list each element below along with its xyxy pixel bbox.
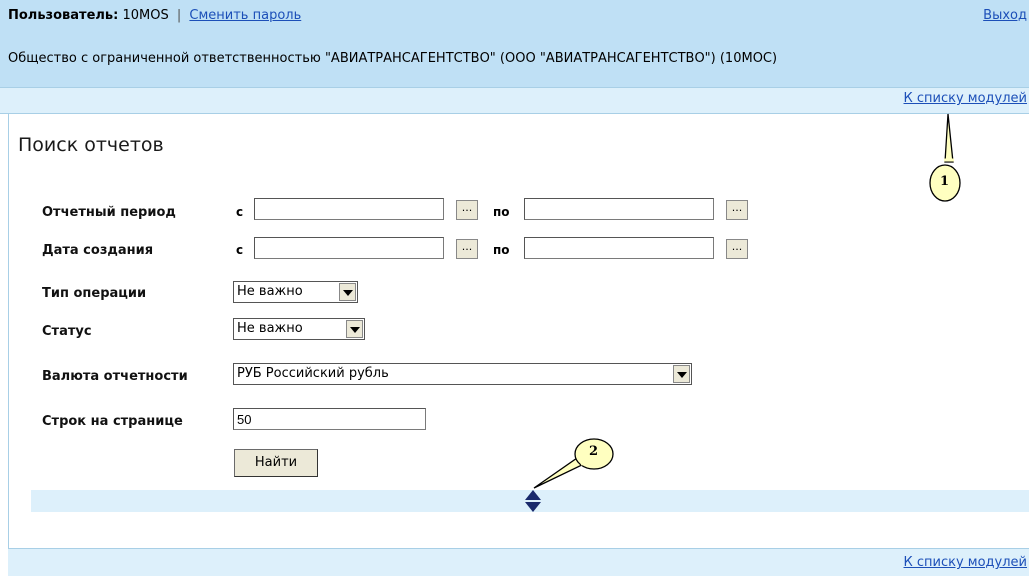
- bottom-bar: [8, 548, 1029, 576]
- separator: |: [176, 8, 182, 23]
- period-from-input[interactable]: [254, 198, 444, 220]
- rows-label: Строк на странице: [42, 414, 183, 429]
- chevron-down-icon[interactable]: [346, 320, 363, 338]
- period-to-calendar-button[interactable]: ...: [726, 200, 748, 220]
- callout-one-number: 1: [940, 174, 950, 189]
- user-line: Пользователь: 10MOS | Сменить пароль: [8, 8, 301, 23]
- callout-two-number: 2: [589, 444, 599, 459]
- callout-two-marker: [533, 438, 614, 489]
- created-from-input[interactable]: [254, 237, 444, 259]
- user-value: 10MOS: [122, 8, 169, 23]
- organization-name: Общество с ограниченной ответственностью…: [8, 51, 778, 66]
- period-to-input[interactable]: [524, 198, 714, 220]
- created-to-label: по: [493, 243, 510, 257]
- status-label: Статус: [42, 324, 92, 339]
- created-label: Дата создания: [42, 243, 154, 258]
- user-label: Пользователь:: [8, 8, 119, 23]
- op-type-value: Не важно: [237, 284, 303, 299]
- period-label: Отчетный период: [42, 205, 176, 220]
- modules-list-link-top[interactable]: К списку модулей: [904, 91, 1027, 106]
- chevron-down-icon[interactable]: [673, 365, 690, 383]
- logout-link[interactable]: Выход: [983, 8, 1027, 23]
- created-to-input[interactable]: [524, 237, 714, 259]
- period-from-calendar-button[interactable]: ...: [456, 200, 478, 220]
- currency-label: Валюта отчетности: [42, 369, 188, 384]
- period-to-label: по: [493, 205, 510, 219]
- op-type-select[interactable]: Не важно: [233, 281, 358, 303]
- op-type-label: Тип операции: [42, 286, 147, 301]
- chevron-down-icon[interactable]: [339, 283, 356, 301]
- period-from-label: с: [236, 205, 244, 219]
- modules-list-link-bottom[interactable]: К списку модулей: [904, 555, 1027, 570]
- status-select[interactable]: Не важно: [233, 318, 365, 340]
- search-button[interactable]: Найти: [234, 449, 318, 477]
- currency-select[interactable]: РУБ Российский рубль: [233, 363, 692, 385]
- content-left-border: [8, 114, 9, 552]
- created-to-calendar-button[interactable]: ...: [726, 239, 748, 259]
- callout-one-marker: [929, 113, 961, 202]
- status-value: Не важно: [237, 321, 303, 336]
- page-title: Поиск отчетов: [18, 134, 164, 156]
- rows-per-page-input[interactable]: [233, 408, 426, 430]
- currency-value: РУБ Российский рубль: [237, 366, 389, 381]
- modules-bar: [0, 87, 1029, 114]
- created-from-calendar-button[interactable]: ...: [456, 239, 478, 259]
- created-from-label: с: [236, 243, 244, 257]
- change-password-link[interactable]: Сменить пароль: [189, 8, 301, 23]
